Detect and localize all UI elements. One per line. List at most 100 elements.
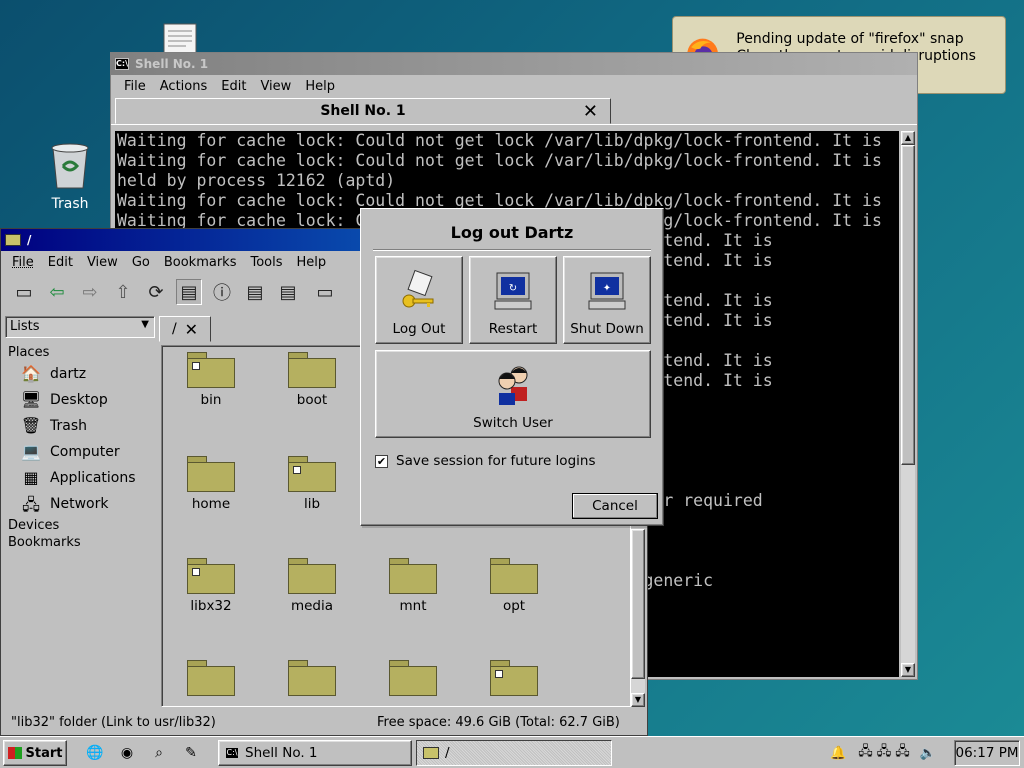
notification-bell-icon[interactable]: 🔔: [830, 746, 846, 761]
terminal-scrollbar[interactable]: ▲ ▼: [901, 131, 915, 677]
folder-item[interactable]: [166, 660, 256, 700]
sidebar-item-trash[interactable]: 🗑 Trash: [19, 416, 87, 436]
icon-view-icon[interactable]: ▤: [176, 279, 202, 305]
sidebar-item-applications[interactable]: ▦ Applications: [19, 468, 135, 488]
trash-icon: 🗑: [20, 416, 42, 435]
terminal-menu-file[interactable]: File: [117, 79, 153, 94]
file-manager-title: /: [27, 233, 32, 247]
browser-icon[interactable]: 🌐: [86, 744, 104, 762]
sidebar-item-desktop[interactable]: 🖥 Desktop: [19, 390, 108, 410]
folder-item[interactable]: opt: [469, 558, 559, 614]
divider: [373, 249, 651, 251]
fm-menu-go[interactable]: Go: [125, 255, 157, 270]
sidebar-item-network[interactable]: 🖧 Network: [19, 494, 108, 514]
folder-icon: [5, 234, 21, 246]
scroll-down-icon[interactable]: ▼: [631, 693, 645, 707]
sidebar-item-computer[interactable]: 💻 Computer: [19, 442, 120, 462]
folder-item[interactable]: [368, 660, 458, 700]
restart-button[interactable]: ↻ Restart: [469, 256, 557, 344]
network-icon[interactable]: 🖧: [895, 742, 910, 764]
forward-arrow-icon[interactable]: ⇨: [77, 279, 103, 305]
devices-header[interactable]: Devices: [8, 518, 59, 533]
log-out-button[interactable]: Log Out: [375, 256, 463, 344]
folder-item[interactable]: bin: [166, 352, 256, 408]
reload-icon[interactable]: ⟳: [143, 279, 169, 305]
drive-icon[interactable]: ▭: [308, 279, 342, 305]
sidebar-item-dartz[interactable]: 🏠 dartz: [19, 364, 86, 384]
scroll-thumb[interactable]: [631, 529, 645, 679]
close-tab-icon[interactable]: ✕: [583, 101, 598, 122]
fm-menu-bookmarks[interactable]: Bookmarks: [157, 255, 244, 270]
scroll-up-icon[interactable]: ▲: [901, 131, 915, 145]
sidebar-item-label: Desktop: [50, 392, 108, 408]
folder-icon: [187, 660, 235, 696]
up-arrow-icon[interactable]: ⇧: [110, 279, 136, 305]
folder-item[interactable]: boot: [267, 352, 357, 408]
cancel-label: Cancel: [592, 498, 638, 514]
task-file-manager[interactable]: /: [416, 740, 612, 766]
start-logo-icon: [7, 747, 22, 759]
dialog-title: Log out Dartz: [450, 223, 574, 242]
trash-label: Trash: [51, 196, 89, 212]
terminal-line: Waiting for cache lock: Could not get lo…: [117, 151, 882, 170]
clock-time: 06:17 PM: [955, 745, 1019, 761]
settings-icon[interactable]: ✎: [182, 744, 200, 762]
switch-user-button[interactable]: Switch User: [375, 350, 651, 438]
svg-text:✦: ✦: [603, 283, 611, 294]
folder-item[interactable]: [469, 660, 559, 700]
shutdown-computer-icon: ✦: [588, 272, 626, 310]
bookmarks-header[interactable]: Bookmarks: [8, 535, 81, 550]
fm-menu-file[interactable]: File: [5, 255, 41, 270]
task-shell[interactable]: C:\ Shell No. 1: [218, 740, 412, 766]
list-view-icon[interactable]: ▤: [242, 279, 268, 305]
path-tab[interactable]: / ✕: [159, 316, 211, 342]
task-file-manager-label: /: [445, 745, 450, 761]
info-icon[interactable]: ⓘ: [209, 279, 235, 305]
folder-item[interactable]: home: [166, 456, 256, 512]
network-icon[interactable]: 🖧: [877, 742, 892, 764]
compact-view-icon[interactable]: ▤: [275, 279, 301, 305]
terminal-titlebar[interactable]: C:\ Shell No. 1: [111, 53, 917, 75]
clock[interactable]: 06:17 PM: [954, 740, 1020, 766]
folder-item[interactable]: media: [267, 558, 357, 614]
new-window-icon[interactable]: ▭: [11, 279, 37, 305]
file-manager-scrollbar[interactable]: ▼: [631, 529, 645, 707]
folder-icon: [389, 660, 437, 696]
folder-item[interactable]: lib: [267, 456, 357, 512]
side-pane-select-value: Lists: [10, 319, 40, 334]
path-tab-label: /: [171, 321, 177, 337]
terminal-tab[interactable]: Shell No. 1 ✕: [115, 98, 611, 124]
terminal-menu-edit[interactable]: Edit: [214, 79, 253, 94]
network-icon[interactable]: 🖧: [858, 742, 873, 764]
search-icon[interactable]: ⌕: [150, 744, 168, 762]
desktop-trash[interactable]: Trash: [38, 140, 102, 212]
start-button[interactable]: Start: [3, 740, 67, 766]
terminal-menu-help[interactable]: Help: [298, 79, 342, 94]
folder-icon: [423, 747, 439, 759]
save-session-checkbox[interactable]: ✔: [375, 454, 388, 468]
terminal-tab-label: Shell No. 1: [320, 103, 406, 119]
folder-icon: [288, 352, 336, 388]
folder-item[interactable]: mnt: [368, 558, 458, 614]
close-icon[interactable]: ✕: [185, 320, 198, 339]
save-session-row[interactable]: ✔ Save session for future logins: [375, 453, 595, 469]
folder-item[interactable]: [267, 660, 357, 700]
terminal-menu-actions[interactable]: Actions: [153, 79, 215, 94]
scroll-thumb[interactable]: [901, 145, 915, 465]
fm-menu-view[interactable]: View: [80, 255, 125, 270]
cancel-button[interactable]: Cancel: [572, 493, 658, 519]
folder-label: home: [191, 496, 231, 512]
show-desktop-icon[interactable]: ◉: [118, 744, 136, 762]
folder-item[interactable]: libx32: [166, 558, 256, 614]
fm-menu-help[interactable]: Help: [290, 255, 334, 270]
terminal-menu-view[interactable]: View: [253, 79, 298, 94]
volume-icon[interactable]: 🔈: [920, 746, 936, 761]
folder-label: boot: [296, 392, 328, 408]
back-arrow-icon[interactable]: ⇦: [44, 279, 70, 305]
shut-down-button[interactable]: ✦ Shut Down: [563, 256, 651, 344]
fm-menu-tools[interactable]: Tools: [243, 255, 289, 270]
fm-menu-edit[interactable]: Edit: [41, 255, 80, 270]
scroll-down-icon[interactable]: ▼: [901, 663, 915, 677]
side-pane-select[interactable]: Lists ▼: [5, 316, 155, 338]
logout-dialog: Log out Dartz Log Out ↻ Restart ✦ Shut D…: [360, 208, 664, 526]
